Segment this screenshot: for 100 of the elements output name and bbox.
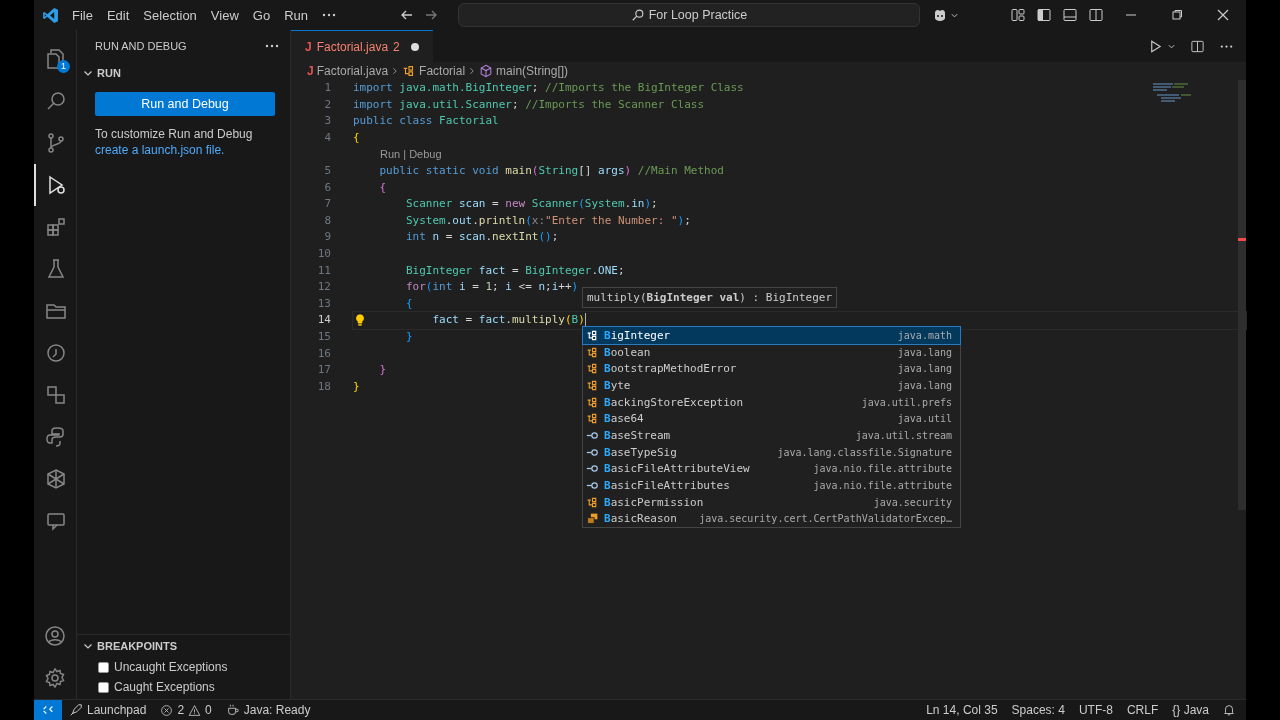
suggestion-item[interactable]: Base64 java.util xyxy=(583,410,960,428)
suggestion-item[interactable]: BigInteger java.math xyxy=(583,327,960,344)
menu-item[interactable]: File xyxy=(65,3,100,27)
chevron-icon[interactable] xyxy=(83,68,93,78)
menu-item[interactable]: Selection xyxy=(136,3,204,27)
activity-bar-item[interactable]: 1 xyxy=(34,38,76,80)
chevron-icon[interactable] xyxy=(83,641,93,651)
class-icon xyxy=(586,495,599,509)
code-line: public static void main(String[] args) //Main Method xyxy=(378,163,724,177)
package-name: java.nio.file.attribute xyxy=(813,480,952,492)
rocket-icon[interactable] xyxy=(69,703,83,717)
suggestion-item[interactable]: BaseStream java.util.stream xyxy=(583,427,960,444)
remote-button[interactable] xyxy=(34,700,62,720)
app-logo-icon xyxy=(42,6,59,24)
warning-count[interactable]: 0 xyxy=(205,703,212,717)
suggestion-item[interactable]: BackingStoreException java.util.prefs xyxy=(583,393,960,411)
line-number: 18 xyxy=(316,378,331,395)
class-icon xyxy=(586,328,599,342)
error-icon[interactable] xyxy=(160,703,174,717)
package-name: java.nio.file.attribute xyxy=(813,463,952,475)
line-ending-setting[interactable]: CRLF xyxy=(1119,703,1166,717)
run-and-debug-button[interactable]: Run and Debug xyxy=(95,92,275,116)
suggestion-item[interactable]: Boolean java.lang xyxy=(583,343,960,361)
package-name: java.util xyxy=(897,413,952,425)
scrollbar[interactable] xyxy=(1238,80,1246,510)
command-center[interactable]: For Loop Practice xyxy=(458,3,920,27)
line-number: 7 xyxy=(323,196,331,213)
panel-toggle-icon[interactable] xyxy=(1062,7,1078,23)
secondary-sidebar-icon[interactable] xyxy=(1088,7,1104,23)
sidebar-toggle-icon[interactable] xyxy=(1036,7,1052,23)
menu-item[interactable]: Run xyxy=(277,3,315,27)
line-number: 11 xyxy=(316,262,331,279)
search-icon xyxy=(630,8,645,22)
package-name: java.security xyxy=(873,496,952,508)
suggestion-item[interactable]: Byte java.lang xyxy=(583,377,960,394)
suggestion-label: BootstrapMethodError xyxy=(604,362,737,376)
checkbox[interactable] xyxy=(98,681,109,693)
class-icon xyxy=(586,362,599,376)
cursor-position[interactable]: Ln 14, Col 35 xyxy=(919,703,1005,717)
split-editor-icon[interactable] xyxy=(1190,38,1205,54)
breadcrumb-item[interactable]: Factorial.java xyxy=(316,64,389,78)
line-number: 6 xyxy=(323,179,331,196)
line-number: 15 xyxy=(316,328,331,345)
launch-json-link[interactable]: create a launch.json file. xyxy=(95,143,225,157)
workspace-title: For Loop Practice xyxy=(648,8,748,22)
code-line: int n = scan.nextInt(); xyxy=(404,230,559,244)
code-line: Scanner scan = new Scanner(System.in); xyxy=(404,197,658,211)
menu-item[interactable]: View xyxy=(203,3,246,27)
indentation-setting[interactable]: Spaces: 4 xyxy=(1004,703,1072,717)
suggestion-item[interactable]: BasicPermission java.security xyxy=(583,493,960,511)
chevron-icon xyxy=(468,66,477,76)
java-status[interactable]: Java: Ready xyxy=(243,703,311,717)
bell-icon[interactable] xyxy=(1222,703,1236,717)
language-mode[interactable]: {} Java xyxy=(1165,703,1216,717)
close-icon[interactable] xyxy=(1215,7,1231,23)
menu-item[interactable]: Edit xyxy=(99,3,137,27)
count-badge: 1 xyxy=(57,60,70,73)
package-name: java.security.cert.CertPathValidatorExcep… xyxy=(699,513,952,525)
launchpad-label[interactable]: Launchpad xyxy=(87,703,147,717)
line-number: 17 xyxy=(316,362,331,379)
warning-icon[interactable] xyxy=(188,703,202,717)
checkbox[interactable] xyxy=(98,661,109,673)
run-icon[interactable] xyxy=(1148,38,1163,54)
encoding-setting[interactable]: UTF-8 xyxy=(1071,703,1120,717)
chevron-icon xyxy=(391,66,400,76)
menu-item[interactable]: Go xyxy=(245,3,278,27)
suggestion-item[interactable]: BasicFileAttributeView java.nio.file.attribute xyxy=(583,460,960,478)
suggestion-item[interactable]: BasicFileAttributes java.nio.file.attribute xyxy=(583,477,960,494)
code-line: } xyxy=(353,379,360,393)
editor-tab[interactable]: J Factorial.java 2 xyxy=(291,30,433,62)
line-number: 12 xyxy=(316,279,331,296)
code-line: for(int i = 1; i <= n;i++) xyxy=(404,280,579,294)
breadcrumb-item[interactable]: main(String[]) xyxy=(496,64,569,78)
extensions-icon xyxy=(44,215,68,239)
codelens-links[interactable]: Run | Debug xyxy=(380,148,442,161)
account-icon[interactable] xyxy=(43,624,67,648)
settings-icon[interactable] xyxy=(43,666,67,690)
section-title[interactable]: BREAKPOINTS xyxy=(97,640,178,652)
lightbulb-icon[interactable] xyxy=(353,313,367,328)
suggestion-label: BigInteger xyxy=(604,328,671,342)
suggestion-label: BackingStoreException xyxy=(604,395,744,409)
cup-icon[interactable] xyxy=(225,703,240,717)
suggestion-item[interactable]: BootstrapMethodError java.lang xyxy=(583,360,960,378)
line-number: 14 xyxy=(316,312,331,329)
line-number: 8 xyxy=(323,212,331,229)
error-count[interactable]: 2 xyxy=(177,703,185,717)
class-icon xyxy=(586,345,599,359)
java-file-icon: J xyxy=(307,64,314,78)
suggestion-item[interactable]: BasicReason java.security.cert.CertPathValidatorExcep… xyxy=(583,510,960,528)
robot-face-icon[interactable] xyxy=(932,7,948,23)
suggestion-label: BasicFileAttributeView xyxy=(604,462,750,476)
breakpoint-label: Caught Exceptions xyxy=(114,680,215,694)
line-number: 5 xyxy=(323,162,331,179)
suggestion-item[interactable]: BaseTypeSig java.lang.classfile.Signature xyxy=(583,443,960,461)
layout-icon[interactable] xyxy=(1010,7,1026,23)
package-name: java.math xyxy=(897,329,952,341)
section-title[interactable]: RUN xyxy=(97,67,121,79)
breadcrumb-item[interactable]: Factorial xyxy=(419,64,466,78)
code-line: } xyxy=(378,363,387,377)
restore-icon[interactable] xyxy=(1169,7,1185,23)
